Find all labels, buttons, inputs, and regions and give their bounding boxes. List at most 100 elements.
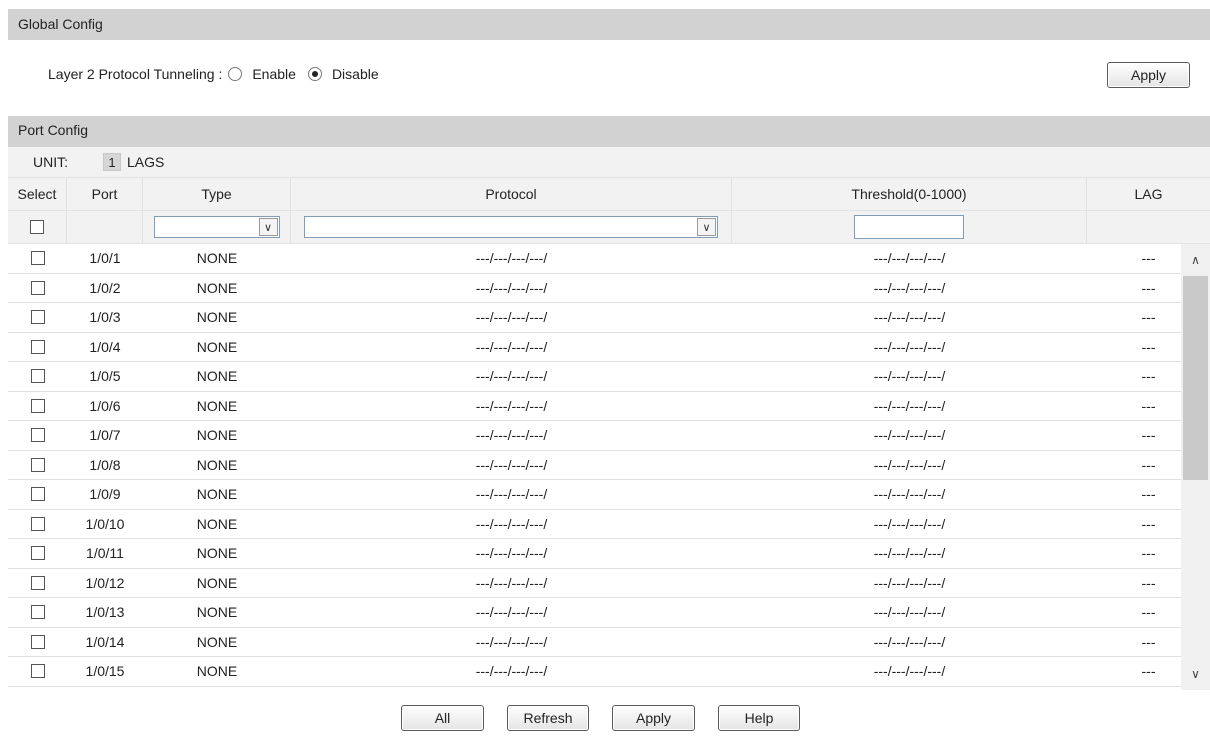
type-cell: NONE <box>196 545 238 562</box>
global-config-title: Global Config <box>18 16 103 32</box>
unit-selector[interactable]: 1 <box>103 153 121 171</box>
table-row[interactable]: 1/0/11 NONE ---/---/---/---/ ---/---/---/--… <box>8 539 1210 569</box>
protocol-select[interactable]: ∨ <box>304 216 718 238</box>
col-lag: LAG <box>1134 186 1163 202</box>
type-cell: NONE <box>196 574 238 591</box>
port-cell: 1/0/3 <box>89 309 121 326</box>
type-cell: NONE <box>196 279 238 296</box>
port-cell: 1/0/7 <box>89 427 121 444</box>
row-select-checkbox[interactable] <box>30 664 45 679</box>
table-row[interactable]: 1/0/6 NONE ---/---/---/---/ ---/---/---/---… <box>8 392 1210 421</box>
port-cell: 1/0/4 <box>89 338 121 355</box>
threshold-cell: ---/---/---/---/ <box>873 545 946 562</box>
threshold-cell: ---/---/---/---/ <box>873 663 946 680</box>
row-select-checkbox[interactable] <box>30 487 45 502</box>
port-cell: 1/0/15 <box>85 663 125 680</box>
row-select-checkbox[interactable] <box>30 428 45 443</box>
threshold-cell: ---/---/---/---/ <box>873 486 946 503</box>
col-protocol: Protocol <box>291 178 732 210</box>
radio-selected-dot <box>311 71 318 77</box>
row-select-checkbox[interactable] <box>30 634 45 649</box>
chevron-up-icon[interactable]: ∧ <box>1181 248 1210 272</box>
col-port: Port <box>67 178 143 210</box>
port-cell: 1/0/10 <box>85 515 125 532</box>
table-row[interactable]: 1/0/7 NONE ---/---/---/---/ ---/---/---/---… <box>8 421 1210 451</box>
threshold-cell: ---/---/---/---/ <box>873 338 946 355</box>
row-select-checkbox[interactable] <box>30 516 45 531</box>
protocol-cell: ---/---/---/---/ <box>475 427 548 444</box>
type-cell: NONE <box>196 633 238 650</box>
lags-link[interactable]: LAGS <box>127 154 164 170</box>
scrollbar-thumb[interactable] <box>1183 276 1208 480</box>
tunneling-row: Layer 2 Protocol Tunneling : Enable Disa… <box>48 62 391 86</box>
threshold-cell: ---/---/---/---/ <box>873 604 946 621</box>
table-row[interactable]: 1/0/14 NONE ---/---/---/---/ ---/---/---/--… <box>8 628 1210 657</box>
table-row[interactable]: 1/0/15 NONE ---/---/---/---/ ---/---/---/--… <box>8 657 1210 687</box>
table-row[interactable]: 1/0/12 NONE ---/---/---/---/ ---/---/---/--… <box>8 569 1210 598</box>
protocol-cell: ---/---/---/---/ <box>475 397 548 414</box>
protocol-cell: ---/---/---/---/ <box>475 338 548 355</box>
threshold-cell: ---/---/---/---/ <box>873 574 946 591</box>
col-threshold: Threshold(0-1000) <box>732 178 1087 210</box>
port-list[interactable]: 1/0/1 NONE ---/---/---/---/ ---/---/---/---… <box>8 244 1210 690</box>
row-select-checkbox[interactable] <box>30 339 45 354</box>
port-cell: 1/0/13 <box>85 604 125 621</box>
protocol-cell: ---/---/---/---/ <box>475 486 548 503</box>
row-select-checkbox[interactable] <box>30 546 45 561</box>
port-config-header: Port Config <box>8 116 1210 147</box>
table-row[interactable]: 1/0/10 NONE ---/---/---/---/ ---/---/---/--… <box>8 510 1210 539</box>
table-row[interactable]: 1/0/5 NONE ---/---/---/---/ ---/---/---/---… <box>8 362 1210 392</box>
type-cell: NONE <box>196 427 238 444</box>
global-apply-button[interactable]: Apply <box>1107 62 1190 88</box>
disable-label: Disable <box>331 66 379 82</box>
table-header: Select Port Type Protocol Threshold(0-10… <box>8 178 1210 211</box>
row-select-checkbox[interactable] <box>30 369 45 384</box>
protocol-cell: ---/---/---/---/ <box>475 545 548 562</box>
apply-button[interactable]: Apply <box>612 705 695 731</box>
global-config-header: Global Config <box>8 9 1210 40</box>
table-row[interactable]: 1/0/3 NONE ---/---/---/---/ ---/---/---/---… <box>8 303 1210 333</box>
port-list-scrollbar[interactable]: ∧ ∨ <box>1181 244 1210 690</box>
row-select-checkbox[interactable] <box>30 398 45 413</box>
chevron-down-icon[interactable]: ∨ <box>1181 662 1210 686</box>
row-select-checkbox[interactable] <box>30 457 45 472</box>
table-row[interactable]: 1/0/4 NONE ---/---/---/---/ ---/---/---/---… <box>8 333 1210 362</box>
threshold-cell: ---/---/---/---/ <box>873 456 946 473</box>
all-button[interactable]: All <box>401 705 484 731</box>
row-select-checkbox[interactable] <box>30 251 45 266</box>
protocol-cell: ---/---/---/---/ <box>475 368 548 385</box>
row-select-checkbox[interactable] <box>30 575 45 590</box>
table-row[interactable]: 1/0/13 NONE ---/---/---/---/ ---/---/---/--… <box>8 598 1210 628</box>
table-row[interactable]: 1/0/8 NONE ---/---/---/---/ ---/---/---/---… <box>8 451 1210 480</box>
refresh-button[interactable]: Refresh <box>507 705 589 731</box>
protocol-cell: ---/---/---/---/ <box>475 250 548 267</box>
threshold-input[interactable] <box>854 215 964 239</box>
row-select-checkbox[interactable] <box>30 605 45 620</box>
disable-radio[interactable] <box>307 67 322 81</box>
row-select-checkbox[interactable] <box>30 280 45 295</box>
protocol-cell: ---/---/---/---/ <box>475 663 548 680</box>
threshold-cell: ---/---/---/---/ <box>873 309 946 326</box>
chevron-down-icon[interactable]: ∨ <box>258 218 278 236</box>
table-row[interactable]: 1/0/1 NONE ---/---/---/---/ ---/---/---/---… <box>8 244 1210 274</box>
threshold-cell: ---/---/---/---/ <box>873 397 946 414</box>
select-all-checkbox[interactable] <box>30 220 44 234</box>
unit-row: UNIT: 1 LAGS <box>8 147 1210 178</box>
type-select[interactable]: ∨ <box>153 216 280 238</box>
port-cell: 1/0/6 <box>89 397 121 414</box>
table-row[interactable]: 1/0/2 NONE ---/---/---/---/ ---/---/---/---… <box>8 274 1210 303</box>
col-type: Type <box>143 178 291 210</box>
type-cell: NONE <box>196 515 238 532</box>
port-cell: 1/0/2 <box>89 279 121 296</box>
protocol-cell: ---/---/---/---/ <box>475 633 548 650</box>
unit-label: UNIT: <box>33 154 68 170</box>
threshold-cell: ---/---/---/---/ <box>873 368 946 385</box>
port-config-title: Port Config <box>18 122 89 138</box>
help-button[interactable]: Help <box>718 705 800 731</box>
enable-radio[interactable] <box>228 67 243 81</box>
protocol-cell: ---/---/---/---/ <box>475 279 548 296</box>
row-select-checkbox[interactable] <box>30 310 45 325</box>
chevron-down-icon[interactable]: ∨ <box>697 218 716 236</box>
table-row[interactable]: 1/0/9 NONE ---/---/---/---/ ---/---/---/---… <box>8 480 1210 510</box>
type-cell: NONE <box>196 456 238 473</box>
